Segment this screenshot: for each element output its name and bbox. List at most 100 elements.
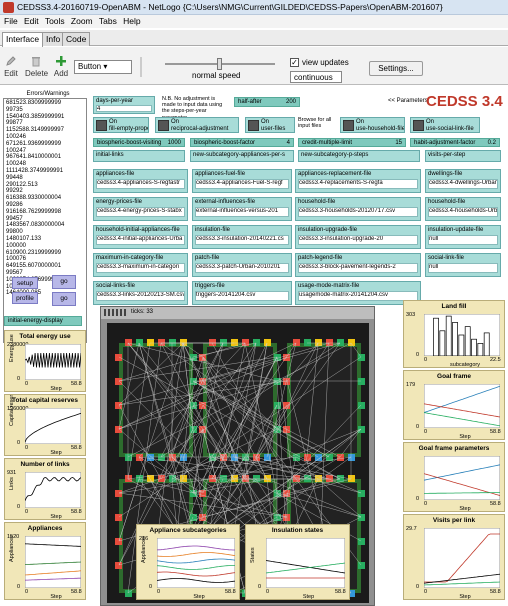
file-input[interactable]: appliances-fuel-file cedss3.4-appliances-… bbox=[192, 169, 292, 193]
slider-label: habit-adjustment-factor bbox=[414, 140, 476, 146]
file-input[interactable]: household-initial-appliances-file cedss3.… bbox=[93, 225, 188, 249]
file-input-value[interactable]: cedss3.3-maximum-in-categori bbox=[96, 263, 185, 273]
file-input-value[interactable]: null bbox=[428, 263, 498, 273]
file-input-label: insulation-update-file bbox=[428, 227, 484, 233]
plot-area bbox=[424, 314, 500, 356]
plus-icon bbox=[56, 56, 66, 66]
slider-2[interactable]: biospheric-boost-factor 4 bbox=[190, 138, 294, 147]
file-input-value[interactable]: cedss3.4-households-Urban-201 bbox=[428, 207, 498, 217]
world-tick-bar: ticks: 33 bbox=[101, 307, 374, 319]
speed-label: normal speed bbox=[192, 71, 241, 80]
profile-button[interactable]: profile bbox=[12, 292, 38, 304]
plot-xlabel: Step bbox=[50, 594, 62, 600]
file-input-value[interactable]: cedss3.4-energy-prices-S-stabx bbox=[96, 207, 185, 217]
menu-edit[interactable]: Edit bbox=[24, 15, 39, 28]
file-input-value[interactable]: cedss3.3-block-pavement-legends-2 bbox=[298, 263, 418, 273]
go-once-button[interactable]: go bbox=[52, 292, 76, 306]
file-input-value[interactable]: usagemode-matrix-20141204.csv bbox=[298, 291, 418, 301]
file-input-value[interactable]: cedss3.4-dwellings-Urban-2016 bbox=[428, 179, 498, 189]
plot-xlabel: Step bbox=[193, 594, 205, 600]
file-input-value[interactable]: cedss3.4-appliances-S-regfastr bbox=[96, 179, 185, 189]
go-forever-button[interactable]: go bbox=[52, 275, 76, 289]
slider-3[interactable]: credit-multiple-limit 15 bbox=[298, 138, 406, 147]
file-input-value[interactable]: cedss3.3-insulation-upgrade-20 bbox=[298, 235, 418, 245]
setup-button[interactable]: setup bbox=[12, 277, 38, 289]
plot-ymin: 0 bbox=[416, 496, 420, 502]
slider-1[interactable]: biospheric-boost-visiting 1000 bbox=[93, 138, 185, 147]
file-input[interactable]: maximum-in-category-file cedss3.3-maximum… bbox=[93, 253, 188, 277]
energy-display-slider[interactable]: initial-energy-display 10000 bbox=[4, 316, 82, 326]
add-button[interactable]: Add bbox=[53, 55, 69, 78]
switch-knob bbox=[413, 120, 424, 131]
file-input[interactable]: patch-file cedss3.3-patch-Urban-2010201 bbox=[192, 253, 292, 277]
file-input[interactable]: dwellings-file cedss3.4-dwellings-Urban-2… bbox=[425, 169, 501, 193]
menu-tabs[interactable]: Tabs bbox=[99, 15, 117, 28]
file-input-value[interactable]: cedss3.3-households-20120717.csv bbox=[298, 207, 418, 217]
file-input[interactable]: insulation-file cedss3.3-insulation-20140… bbox=[192, 225, 292, 249]
plot-xlabel: Step bbox=[50, 386, 62, 392]
parameters-link[interactable]: << Parameters bbox=[388, 98, 428, 104]
tab-interface[interactable]: Interface bbox=[2, 32, 44, 47]
file-input[interactable]: triggers-file triggers-20141204.csv bbox=[192, 281, 292, 305]
plot-xmin: 0 bbox=[424, 429, 428, 435]
energy-display-label: initial-energy-display bbox=[8, 318, 63, 324]
chooser-3[interactable]: new-subcategory-p-steps bbox=[298, 150, 420, 162]
switch-2[interactable]: On reciprocal-adjustment bbox=[155, 117, 239, 133]
chooser-1[interactable]: initial-links bbox=[93, 150, 185, 162]
menu-help[interactable]: Help bbox=[123, 15, 140, 28]
edit-button[interactable]: Edit bbox=[3, 55, 19, 78]
file-input[interactable]: external-influences-file external-influen… bbox=[192, 197, 292, 221]
file-input-value[interactable]: cedss3.3-patch-Urban-2010201 bbox=[195, 263, 289, 273]
half-after-slider[interactable]: half-after 200 bbox=[234, 97, 300, 107]
toolbar-divider bbox=[140, 57, 142, 77]
menu-file[interactable]: File bbox=[4, 15, 18, 28]
house-marker bbox=[125, 339, 132, 346]
file-input-value[interactable]: null bbox=[428, 235, 498, 245]
file-input[interactable]: household-file cedss3.3-households-201207… bbox=[295, 197, 421, 221]
plot-xlabel: subcategory bbox=[450, 362, 480, 368]
slider-4[interactable]: habit-adjustment-factor 0.2 bbox=[410, 138, 500, 147]
view-updates-label: view updates bbox=[302, 58, 349, 67]
file-input-value[interactable]: triggers-20141204.csv bbox=[195, 291, 289, 301]
errors-output[interactable]: 681523.8309999999 99735 1540403.3859999991… bbox=[3, 98, 87, 343]
file-input-value[interactable]: cedss3.4-appliances-Fuel-S-regf bbox=[195, 179, 289, 189]
output-line: 99286 bbox=[6, 201, 23, 208]
file-input[interactable]: energy-prices-file cedss3.4-energy-prices… bbox=[93, 197, 188, 221]
file-input-value[interactable]: external-influences-versus-201 bbox=[195, 207, 289, 217]
house-marker bbox=[293, 339, 300, 346]
file-input[interactable]: appliances-file cedss3.4-appliances-S-reg… bbox=[93, 169, 188, 193]
switch-3[interactable]: On user-files bbox=[245, 117, 295, 133]
file-input[interactable]: insulation-update-file null bbox=[425, 225, 501, 249]
update-mode-select[interactable]: continuous bbox=[290, 71, 342, 83]
tab-info[interactable]: Info bbox=[42, 32, 65, 46]
delete-button[interactable]: Delete bbox=[25, 55, 48, 78]
file-input-label: social-link-file bbox=[428, 255, 465, 261]
settings-button[interactable]: Settings... bbox=[369, 61, 423, 76]
plot-xmax: 58.8 bbox=[225, 589, 236, 595]
file-input[interactable]: household-file cedss3.4-households-Urban-… bbox=[425, 197, 501, 221]
output-line: 916168.7629999998 bbox=[6, 208, 62, 215]
switch-4[interactable]: On use-household-file bbox=[340, 117, 405, 133]
menu-tools[interactable]: Tools bbox=[45, 15, 65, 28]
speed-slider-thumb[interactable] bbox=[217, 58, 222, 70]
file-input-value[interactable]: cedss3.4-initial-appliances-Urba bbox=[96, 235, 185, 245]
chooser-4[interactable]: visits-per-step bbox=[425, 150, 501, 162]
file-input[interactable]: patch-legend-file cedss3.3-block-pavement… bbox=[295, 253, 421, 277]
switch-1[interactable]: Onfill-empty-properties bbox=[93, 117, 149, 133]
switch-5[interactable]: On use-social-link-file bbox=[410, 117, 480, 133]
menu-zoom[interactable]: Zoom bbox=[71, 15, 93, 28]
file-input-value[interactable]: cedss3.3-links-20120213-SM.csv bbox=[96, 291, 185, 301]
menu-bar: File Edit Tools Zoom Tabs Help bbox=[0, 15, 508, 28]
chooser-2[interactable]: new-subcategory-appliances-per-s bbox=[190, 150, 294, 162]
view-updates-checkbox[interactable]: ✓ bbox=[290, 58, 299, 67]
slider-value: 1000 bbox=[167, 140, 181, 146]
file-input-value[interactable]: cedss3.4-replacements-S-regfa bbox=[298, 179, 418, 189]
file-input-value[interactable]: cedss3.3-insulation-20140221.cs bbox=[195, 235, 289, 245]
widget-type-select[interactable]: Button bbox=[74, 60, 132, 74]
file-input[interactable]: insulation-upgrade-file cedss3.3-insulati… bbox=[295, 225, 421, 249]
days-per-year-chooser[interactable]: days-per-year 4 bbox=[93, 96, 155, 114]
file-input[interactable]: social-link-file null bbox=[425, 253, 501, 277]
file-input[interactable]: social-links-file cedss3.3-links-20120213… bbox=[93, 281, 188, 305]
tab-code[interactable]: Code bbox=[62, 32, 91, 46]
file-input[interactable]: appliances-replacement-file cedss3.4-repl… bbox=[295, 169, 421, 193]
